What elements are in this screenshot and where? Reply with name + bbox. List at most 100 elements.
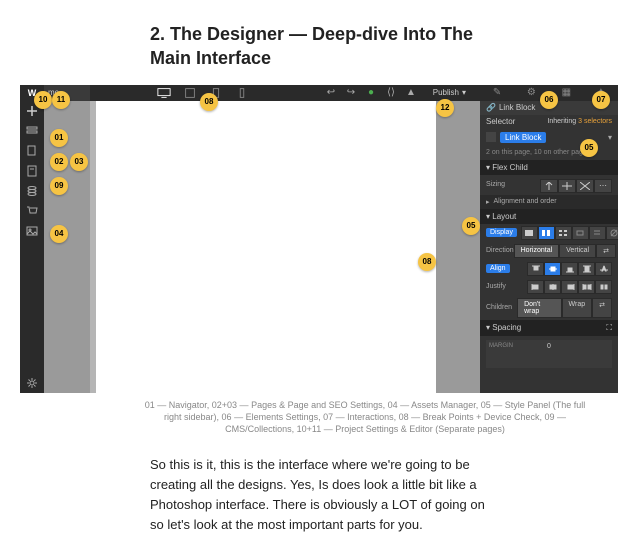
sizing-opt-1[interactable] <box>540 179 558 193</box>
children-row: Children Don't wrap Wrap ⇄ <box>480 296 618 320</box>
align-row: Align A <box>480 260 618 278</box>
style-panel: ✎ ⚙ ▦ ✦ 🔗 Link Block Selector Inheriting… <box>480 85 618 393</box>
section-flex-child[interactable]: ▾ Flex Child <box>480 160 618 175</box>
check-icon[interactable]: ● <box>364 86 378 100</box>
align-label: Align <box>486 264 510 273</box>
navigator-icon[interactable] <box>20 121 44 141</box>
ecommerce-icon[interactable] <box>20 201 44 221</box>
annotation-08a: 08 <box>200 93 218 111</box>
page-seo-icon[interactable] <box>20 161 44 181</box>
selector-input-row[interactable]: Link Block ▾ <box>480 129 618 146</box>
display-inline-block[interactable] <box>572 226 589 240</box>
justify-end[interactable] <box>561 280 578 294</box>
brush-icon[interactable]: ✎ <box>493 87 501 98</box>
canvas-gutter-left <box>44 101 90 393</box>
annotation-11: 11 <box>52 91 70 109</box>
align-start[interactable] <box>527 262 544 276</box>
display-inline[interactable] <box>589 226 606 240</box>
sizing-opt-3[interactable] <box>576 179 594 193</box>
sizing-label: Sizing <box>486 181 518 188</box>
justify-center[interactable] <box>544 280 561 294</box>
annotation-10: 10 <box>34 91 52 109</box>
annotation-12: 12 <box>436 99 454 117</box>
annotation-07: 07 <box>592 91 610 109</box>
children-reverse[interactable]: ⇄ <box>592 298 612 318</box>
pages-icon[interactable] <box>20 141 44 161</box>
topbar-actions: ↩ ↪ ● ⟨⟩ ▲ <box>324 85 418 101</box>
layout-tab-icon[interactable]: ▦ <box>562 87 571 98</box>
annotation-01: 01 <box>50 129 68 147</box>
device-mobile-icon[interactable] <box>234 87 250 99</box>
canvas[interactable] <box>96 101 436 393</box>
selector-header: Selector Inheriting 3 selectors <box>480 115 618 129</box>
spacing-box[interactable]: MARGIN 0 <box>486 340 612 368</box>
publish-label: Publish <box>433 88 459 97</box>
settings-tab-icon[interactable]: ⚙ <box>527 87 536 98</box>
align-end[interactable] <box>561 262 578 276</box>
annotation-05b: 05 <box>462 217 480 235</box>
spacing-top-value[interactable]: 0 <box>547 343 551 350</box>
undo-icon[interactable]: ↩ <box>324 86 338 100</box>
breadcrumb-text: Link Block <box>499 103 535 112</box>
section-spacing[interactable]: ▾ Spacing ⛶ <box>480 320 618 336</box>
align-center[interactable] <box>544 262 561 276</box>
preview-icon[interactable]: ▲ <box>404 86 418 100</box>
direction-vertical[interactable]: Vertical <box>559 244 596 258</box>
device-tablet-icon[interactable] <box>182 87 198 99</box>
left-sidebar: W <box>20 85 44 393</box>
direction-row: Direction Horizontal Vertical ⇄ <box>480 242 618 260</box>
annotation-09: 09 <box>50 177 68 195</box>
children-nowrap[interactable]: Don't wrap <box>517 298 561 318</box>
sizing-opt-2[interactable] <box>558 179 576 193</box>
direction-label: Direction <box>486 247 514 254</box>
alignment-order-row[interactable]: ▸Alignment and order <box>480 195 618 209</box>
svg-text:A: A <box>602 267 606 273</box>
annotation-04: 04 <box>50 225 68 243</box>
publish-button[interactable]: Publish ▾ <box>427 85 472 101</box>
selector-label: Selector <box>486 117 515 126</box>
expand-icon[interactable]: ⛶ <box>606 323 612 333</box>
screenshot: ↩ ↪ ● ⟨⟩ ▲ Publish ▾ W <box>20 85 618 393</box>
annotation-02: 02 <box>50 153 68 171</box>
display-grid[interactable] <box>555 226 572 240</box>
link-icon: 🔗 <box>486 103 496 112</box>
screenshot-figure: ↩ ↪ ● ⟨⟩ ▲ Publish ▾ W <box>20 85 618 435</box>
justify-start[interactable] <box>527 280 544 294</box>
figure-caption: 01 — Navigator, 02+03 — Pages & Page and… <box>140 399 590 435</box>
settings-icon[interactable] <box>20 373 44 393</box>
inheriting-label: Inheriting <box>547 118 576 125</box>
selector-color-swatch[interactable] <box>486 132 496 142</box>
annotation-05a: 05 <box>580 139 598 157</box>
display-block[interactable] <box>521 226 538 240</box>
justify-row: Justify <box>480 278 618 296</box>
justify-label: Justify <box>486 283 518 290</box>
children-label: Children <box>486 304 517 311</box>
annotation-08b: 08 <box>418 253 436 271</box>
section-layout[interactable]: ▾ Layout <box>480 209 618 224</box>
display-row: Display <box>480 224 618 242</box>
direction-horizontal[interactable]: Horizontal <box>514 244 560 258</box>
code-icon[interactable]: ⟨⟩ <box>384 86 398 100</box>
justify-between[interactable] <box>578 280 595 294</box>
body-paragraph: So this is it, this is the interface whe… <box>150 455 490 536</box>
chevron-down-icon[interactable]: ▾ <box>608 133 612 142</box>
spacing-margin-label: MARGIN <box>489 343 513 349</box>
chevron-down-icon: ▾ <box>462 88 466 97</box>
align-baseline[interactable]: A <box>595 262 612 276</box>
section-heading: 2. The Designer — Deep-dive Into The Mai… <box>150 22 490 71</box>
redo-icon[interactable]: ↪ <box>344 86 358 100</box>
display-flex[interactable] <box>538 226 555 240</box>
cms-icon[interactable] <box>20 181 44 201</box>
selector-tag[interactable]: Link Block <box>500 132 546 143</box>
inheriting-count: 3 selectors <box>578 118 612 125</box>
display-none[interactable] <box>606 226 618 240</box>
sizing-more[interactable]: ⋯ <box>594 179 612 193</box>
device-desktop-icon[interactable] <box>156 87 172 99</box>
align-stretch[interactable] <box>578 262 595 276</box>
display-label: Display <box>486 228 517 237</box>
sizing-row: Sizing ⋯ <box>480 175 618 195</box>
justify-around[interactable] <box>595 280 612 294</box>
children-wrap[interactable]: Wrap <box>562 298 593 318</box>
direction-reverse[interactable]: ⇄ <box>596 244 616 258</box>
assets-icon[interactable] <box>20 221 44 241</box>
